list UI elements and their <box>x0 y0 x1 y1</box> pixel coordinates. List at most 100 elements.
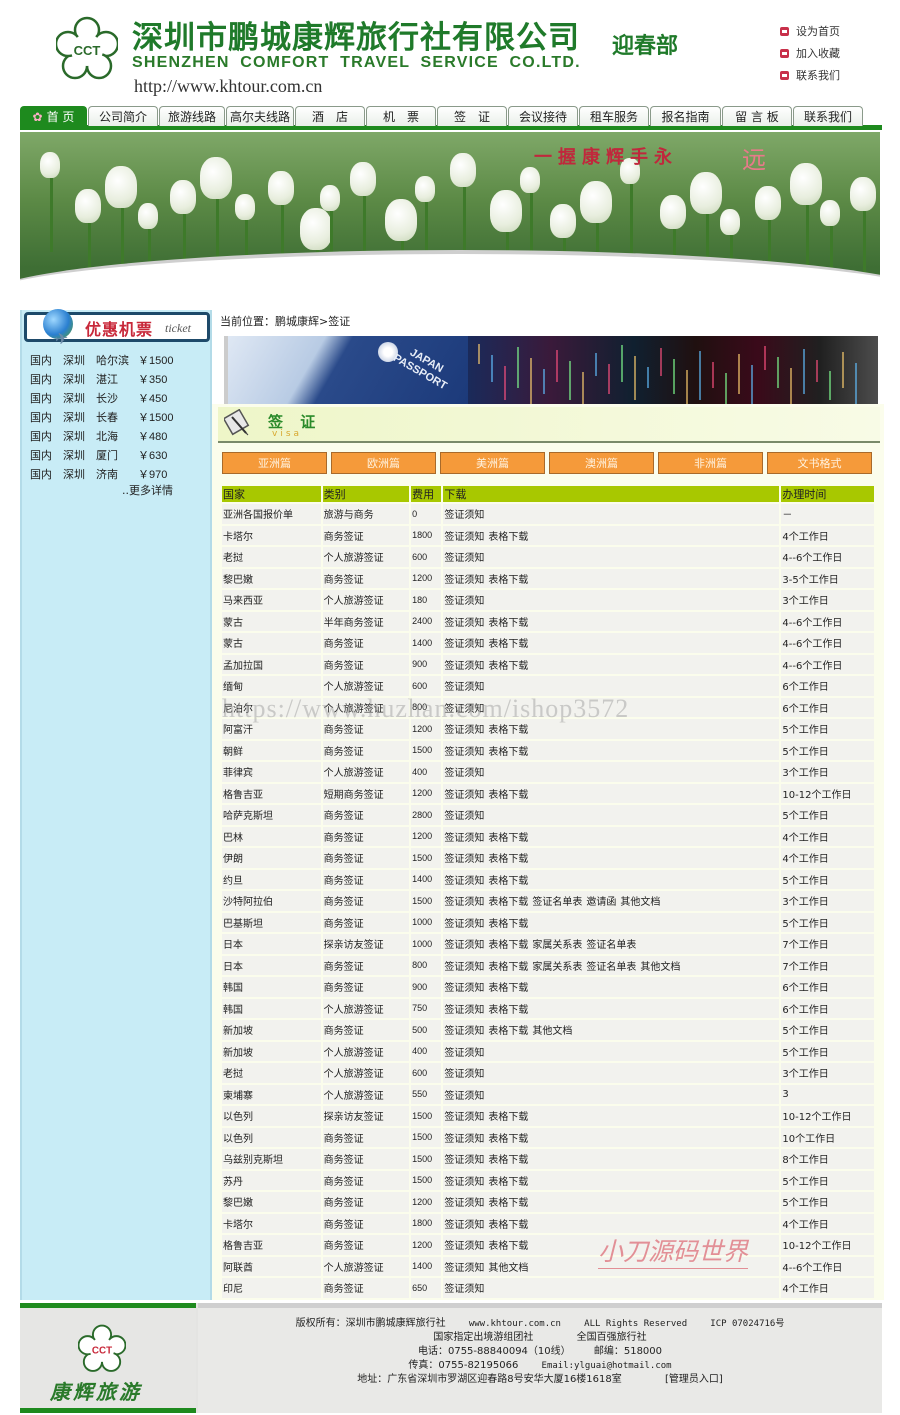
tab-asia[interactable]: 亚洲篇 <box>222 452 327 474</box>
download-link[interactable]: 签证须知 <box>444 1112 484 1123</box>
download-link[interactable]: 表格下载 <box>488 661 528 672</box>
download-link[interactable]: 签证须知 <box>444 661 484 672</box>
download-link[interactable]: 表格下载 <box>488 876 528 887</box>
download-link[interactable]: 签证须知 <box>444 940 484 951</box>
contact-us-link[interactable]: 联系我们 <box>780 64 840 86</box>
download-link[interactable]: 表格下载 <box>488 1026 528 1037</box>
download-link[interactable]: 签证须知 <box>444 1198 484 1209</box>
download-link[interactable]: 表格下载 <box>488 962 528 973</box>
tab-oceania[interactable]: 澳洲篇 <box>549 452 654 474</box>
nav-tour-routes[interactable]: 旅游线路 <box>159 106 225 126</box>
download-link[interactable]: 签证须知 <box>444 1134 484 1145</box>
download-link[interactable]: 签证须知 <box>444 1220 484 1231</box>
download-link[interactable]: 家属关系表 <box>532 940 582 951</box>
download-link[interactable]: 签证须知 <box>444 1284 484 1295</box>
nav-hotel[interactable]: 酒 店 <box>295 106 365 126</box>
download-link[interactable]: 表格下载 <box>488 1177 528 1188</box>
download-link[interactable]: 签证须知 <box>444 876 484 887</box>
tab-document-formats[interactable]: 文书格式 <box>767 452 872 474</box>
nav-contact-us[interactable]: 联系我们 <box>793 106 863 126</box>
download-link[interactable]: 表格下载 <box>488 897 528 908</box>
nav-visa[interactable]: 签 证 <box>437 106 507 126</box>
download-link[interactable]: 其他文档 <box>532 1026 572 1037</box>
download-link[interactable]: 表格下载 <box>488 1134 528 1145</box>
download-link[interactable]: 表格下载 <box>488 854 528 865</box>
nav-company-intro[interactable]: 公司简介 <box>88 106 158 126</box>
ticket-item[interactable]: 国内 深圳 厦门 ￥630 <box>30 445 206 464</box>
download-link[interactable]: 签证名单表 <box>532 897 582 908</box>
download-link[interactable]: 签证须知 <box>444 725 484 736</box>
download-link[interactable]: 表格下载 <box>488 1220 528 1231</box>
download-link[interactable]: 表格下载 <box>488 639 528 650</box>
download-link[interactable]: 签证须知 <box>444 983 484 994</box>
ticket-item[interactable]: 国内 深圳 长沙 ￥450 <box>30 388 206 407</box>
download-link[interactable]: 签证须知 <box>444 1091 484 1102</box>
add-favorite-link[interactable]: 加入收藏 <box>780 42 840 64</box>
download-link[interactable]: 表格下载 <box>488 725 528 736</box>
download-link[interactable]: 表格下载 <box>488 1241 528 1252</box>
download-link[interactable]: 签证须知 <box>444 1263 484 1274</box>
download-link[interactable]: 签证须知 <box>444 639 484 650</box>
download-link[interactable]: 签证须知 <box>444 747 484 758</box>
download-link[interactable]: 其他文档 <box>640 962 680 973</box>
download-link[interactable]: 表格下载 <box>488 1155 528 1166</box>
download-link[interactable]: 签证须知 <box>444 682 484 693</box>
download-link[interactable]: 表格下载 <box>488 747 528 758</box>
download-link[interactable]: 签证须知 <box>444 704 484 715</box>
download-link[interactable]: 表格下载 <box>488 940 528 951</box>
download-link[interactable]: 家属关系表 <box>532 962 582 973</box>
download-link[interactable]: 签证须知 <box>444 897 484 908</box>
download-link[interactable]: 签证须知 <box>444 854 484 865</box>
nav-home[interactable]: ✿ 首 页 <box>20 106 87 126</box>
ticket-item[interactable]: 国内 深圳 北海 ￥480 <box>30 426 206 445</box>
ticket-item[interactable]: 国内 深圳 哈尔滨 ￥1500 <box>30 350 206 369</box>
download-link[interactable]: 签证须知 <box>444 532 484 543</box>
download-link[interactable]: 表格下载 <box>488 919 528 930</box>
download-link[interactable]: 签证须知 <box>444 1155 484 1166</box>
tab-africa[interactable]: 非洲篇 <box>658 452 763 474</box>
download-link[interactable]: 签证须知 <box>444 1048 484 1059</box>
ticket-item[interactable]: 国内 深圳 长春 ￥1500 <box>30 407 206 426</box>
download-link[interactable]: 签证须知 <box>444 1177 484 1188</box>
download-link[interactable]: 签证须知 <box>444 1241 484 1252</box>
download-link[interactable]: 表格下载 <box>488 1112 528 1123</box>
download-link[interactable]: 表格下载 <box>488 790 528 801</box>
more-details-link[interactable]: ..更多详情 <box>122 482 173 498</box>
download-link[interactable]: 表格下载 <box>488 532 528 543</box>
nav-message-board[interactable]: 留 言 板 <box>722 106 792 126</box>
download-link[interactable]: 签证名单表 <box>586 940 636 951</box>
download-link[interactable]: 签证须知 <box>444 510 484 521</box>
download-link[interactable]: 签证名单表 <box>586 962 636 973</box>
download-link[interactable]: 签证须知 <box>444 811 484 822</box>
ticket-item[interactable]: 国内 深圳 济南 ￥970 <box>30 464 206 483</box>
download-link[interactable]: 签证须知 <box>444 618 484 629</box>
download-link[interactable]: 表格下载 <box>488 1005 528 1016</box>
download-link[interactable]: 签证须知 <box>444 1069 484 1080</box>
download-link[interactable]: 表格下载 <box>488 1198 528 1209</box>
download-link[interactable]: 签证须知 <box>444 553 484 564</box>
nav-signup-guide[interactable]: 报名指南 <box>650 106 721 126</box>
download-link[interactable]: 表格下载 <box>488 575 528 586</box>
nav-conference[interactable]: 会议接待 <box>508 106 578 126</box>
download-link[interactable]: 其他文档 <box>488 1263 528 1274</box>
download-link[interactable]: 邀请函 <box>586 897 616 908</box>
cct-logo-icon[interactable]: CCT <box>56 16 118 82</box>
nav-air-tickets[interactable]: 机 票 <box>366 106 436 126</box>
download-link[interactable]: 签证须知 <box>444 919 484 930</box>
nav-car-rental[interactable]: 租车服务 <box>579 106 649 126</box>
download-link[interactable]: 表格下载 <box>488 618 528 629</box>
download-link[interactable]: 表格下载 <box>488 983 528 994</box>
download-link[interactable]: 其他文档 <box>620 897 660 908</box>
download-link[interactable]: 签证须知 <box>444 768 484 779</box>
download-link[interactable]: 表格下载 <box>488 833 528 844</box>
download-link[interactable]: 签证须知 <box>444 833 484 844</box>
download-link[interactable]: 签证须知 <box>444 790 484 801</box>
nav-golf-routes[interactable]: 高尔夫线路 <box>226 106 294 126</box>
set-homepage-link[interactable]: 设为首页 <box>780 20 840 42</box>
download-link[interactable]: 签证须知 <box>444 596 484 607</box>
ticket-item[interactable]: 国内 深圳 湛江 ￥350 <box>30 369 206 388</box>
admin-login-link[interactable]: [管理员入口] <box>665 1374 723 1385</box>
download-link[interactable]: 签证须知 <box>444 1005 484 1016</box>
download-link[interactable]: 签证须知 <box>444 575 484 586</box>
tab-americas[interactable]: 美洲篇 <box>440 452 545 474</box>
